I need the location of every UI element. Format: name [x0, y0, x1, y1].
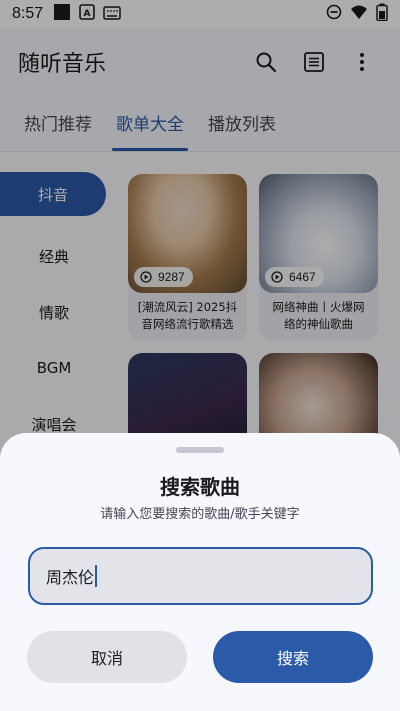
search-bottom-sheet: 搜索歌曲 请输入您要搜索的歌曲/歌手关键字 周杰伦 取消 搜索 [0, 433, 400, 711]
drag-handle[interactable] [176, 447, 224, 453]
cancel-button[interactable]: 取消 [27, 631, 187, 683]
search-input-value: 周杰伦 [46, 568, 95, 587]
text-caret [95, 565, 98, 587]
search-submit-button[interactable]: 搜索 [213, 631, 373, 683]
dialog-subtitle: 请输入您要搜索的歌曲/歌手关键字 [100, 507, 300, 522]
search-input[interactable]: 周杰伦 [28, 547, 373, 605]
dialog-title: 搜索歌曲 [160, 475, 240, 499]
